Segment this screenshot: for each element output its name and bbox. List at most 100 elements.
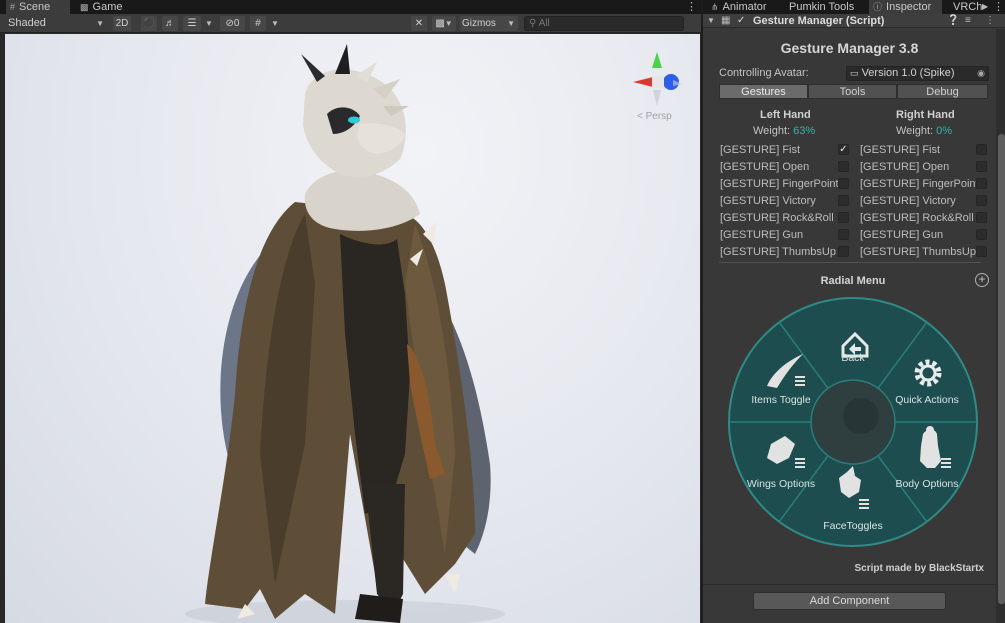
scrollbar-thumb[interactable] [998, 134, 1005, 604]
left-gesture-label: [GESTURE] FingerPoint [720, 178, 839, 190]
right-gesture-label: [GESTURE] Victory [860, 195, 956, 207]
gesture-manager-title: Gesture Manager 3.8 [780, 40, 919, 56]
right-gesture-checkbox[interactable] [976, 212, 987, 223]
tab-tools[interactable]: Tools [808, 84, 897, 99]
right-gesture-label: [GESTURE] Rock&Roll [860, 212, 974, 224]
right-gesture-label: [GESTURE] Gun [860, 229, 944, 241]
component-title: Gesture Manager (Script) [753, 15, 885, 27]
camera-icon: ▩ [435, 18, 445, 29]
left-gesture-label: [GESTURE] Gun [720, 229, 804, 241]
right-hand-weight-value[interactable]: 0% [936, 125, 952, 137]
right-gesture-checkbox[interactable] [976, 178, 987, 189]
inspector-menu-kebab-icon[interactable]: ⋮ [993, 0, 1004, 14]
radial-item-wings-options[interactable]: Wings Options [739, 478, 823, 490]
tab-game[interactable]: ▩ Game [76, 0, 136, 14]
left-hand-weight-value[interactable]: 63% [793, 125, 815, 137]
radial-item-facetoggles[interactable]: FaceToggles [813, 520, 893, 532]
right-gesture-checkbox[interactable] [976, 144, 987, 155]
scene-panel: # Scene ▩ Game ⋮ Shaded ▼ 2D ⚫ ♬ ☰ ▼ ⊘0 … [0, 0, 701, 623]
preset-icon[interactable]: ≡ [965, 14, 971, 28]
right-hand-title: Right Hand [896, 109, 955, 121]
tools-toggle-icon[interactable]: ✕ [411, 16, 427, 31]
chevron-down-icon: ▼ [96, 19, 104, 28]
search-icon: ⚲ [529, 18, 537, 29]
inspector-scrollbar[interactable] [996, 29, 1005, 623]
tab-animator[interactable]: ⋔ Animator [707, 0, 785, 14]
inspector-tabbar: ⋔ Animator Pumkin Tools ⓘ Inspector VRCh… [703, 0, 1005, 14]
left-gesture-checkbox[interactable] [838, 229, 849, 240]
controlling-avatar-field[interactable]: ▭ Version 1.0 (Spike) ◉ [846, 66, 989, 81]
script-icon: ▦ [721, 15, 731, 26]
object-picker-icon[interactable]: ◉ [977, 67, 985, 80]
radial-menu-title: Radial Menu [820, 275, 886, 287]
info-icon: ⓘ [873, 2, 883, 12]
right-hand-weight: Weight: 0% [896, 125, 953, 137]
tab-scene[interactable]: # Scene [6, 0, 70, 14]
perspective-label[interactable]: < Persp [637, 111, 672, 122]
component-menu-kebab-icon[interactable]: ⋮ [985, 14, 995, 28]
radial-item-back[interactable]: Back [833, 352, 873, 364]
scene-toolbar: Shaded ▼ 2D ⚫ ♬ ☰ ▼ ⊘0 # ▼ ✕ ▩▼ Gizmos ▼… [0, 14, 701, 33]
avatar-object-icon: ▭ [850, 68, 859, 78]
effects-dropdown-chevron-icon[interactable]: ▼ [205, 16, 213, 31]
right-gesture-checkbox[interactable] [976, 195, 987, 206]
controlling-avatar-label: Controlling Avatar: [719, 67, 809, 79]
scene-tabbar: # Scene ▩ Game ⋮ [0, 0, 701, 14]
right-gesture-label: [GESTURE] Fist [860, 144, 941, 156]
left-hand-weight: Weight: 63% [753, 125, 816, 137]
audio-toggle-icon[interactable]: ♬ [162, 16, 178, 31]
gamepad-icon: ▩ [80, 2, 89, 12]
radial-item-body-options[interactable]: Body Options [887, 478, 967, 490]
gizmos-dropdown[interactable]: Gizmos ▼ [460, 16, 518, 31]
gesture-manager-body: Gesture Manager 3.8 Controlling Avatar: … [703, 29, 996, 623]
lighting-toggle-icon[interactable]: ⚫ [141, 16, 157, 31]
scene-viewport[interactable]: < Persp [5, 34, 700, 623]
left-gesture-checkbox[interactable] [838, 212, 849, 223]
radial-menu[interactable] [727, 296, 979, 548]
right-gesture-checkbox[interactable] [976, 246, 987, 257]
divider [719, 262, 981, 263]
add-circle-icon[interactable]: + [975, 273, 989, 287]
scene-menu-kebab-icon[interactable]: ⋮ [686, 0, 697, 14]
left-gesture-label: [GESTURE] Rock&Roll [720, 212, 834, 224]
help-icon[interactable]: ❔ [947, 14, 959, 28]
right-gesture-label: [GESTURE] FingerPoint [860, 178, 979, 190]
grid-toggle-icon[interactable]: # [250, 16, 266, 31]
component-header[interactable]: ▼ ▦ ✓ Gesture Manager (Script) ❔ ≡ ⋮ [703, 14, 1005, 28]
hash-grid-icon: # [10, 2, 16, 12]
tab-debug[interactable]: Debug [897, 84, 988, 99]
scene-visibility-toggle[interactable]: ⊘0 [220, 16, 245, 31]
add-component-button[interactable]: Add Component [753, 592, 946, 610]
component-enabled-checkbox[interactable]: ✓ [737, 14, 745, 28]
scene-search-input[interactable]: ⚲ All [524, 16, 684, 31]
credit-text: Script made by BlackStartx [854, 563, 985, 574]
left-hand-title: Left Hand [760, 109, 811, 121]
left-gesture-checkbox[interactable]: ✓ [838, 144, 849, 155]
grid-dropdown-chevron-icon[interactable]: ▼ [271, 16, 279, 31]
right-gesture-checkbox[interactable] [976, 161, 987, 172]
eye-slash-icon: ⊘ [225, 18, 234, 29]
divider [703, 584, 996, 585]
left-gesture-label: [GESTURE] Victory [720, 195, 816, 207]
shading-mode-dropdown[interactable]: Shaded ▼ [8, 16, 104, 31]
radial-item-quick-actions[interactable]: Quick Actions [887, 394, 967, 406]
foldout-chevron-icon[interactable]: ▼ [707, 14, 715, 28]
left-gesture-label: [GESTURE] Open [720, 161, 810, 173]
avatar-model [185, 44, 505, 623]
radial-item-items-toggle[interactable]: Items Toggle [741, 394, 821, 406]
effects-toggle-icon[interactable]: ☰ [183, 16, 201, 31]
tab-gestures[interactable]: Gestures [719, 84, 808, 99]
tab-inspector[interactable]: ⓘ Inspector [869, 0, 942, 14]
left-gesture-checkbox[interactable] [838, 246, 849, 257]
right-gesture-checkbox[interactable] [976, 229, 987, 240]
chevron-down-icon: ▼ [507, 19, 515, 28]
left-gesture-checkbox[interactable] [838, 195, 849, 206]
left-gesture-label: [GESTURE] Fist [720, 144, 801, 156]
tab-scroll-right-icon[interactable]: ▶ [982, 0, 988, 14]
animator-icon: ⋔ [711, 2, 719, 12]
left-gesture-checkbox[interactable] [838, 161, 849, 172]
left-gesture-checkbox[interactable] [838, 178, 849, 189]
camera-dropdown[interactable]: ▩▼ [432, 16, 456, 31]
toggle-2d-button[interactable]: 2D [113, 16, 131, 31]
tab-pumkin-tools[interactable]: Pumkin Tools [785, 0, 863, 14]
